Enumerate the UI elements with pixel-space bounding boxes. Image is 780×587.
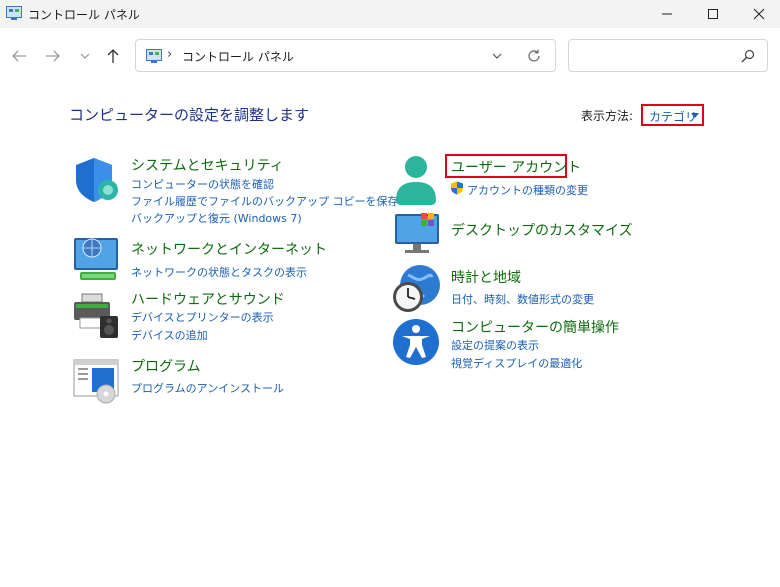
link-backup-restore[interactable]: バックアップと復元 (Windows 7) xyxy=(131,210,302,226)
link-uninstall-program[interactable]: プログラムのアンインストール xyxy=(131,380,284,396)
arrow-left-icon xyxy=(12,50,26,62)
accessibility-icon[interactable] xyxy=(392,318,440,366)
printer-icon[interactable] xyxy=(72,292,120,340)
shield-icon[interactable] xyxy=(72,156,120,204)
category-system-security[interactable]: システムとセキュリティ xyxy=(131,155,284,175)
up-button[interactable] xyxy=(102,46,124,66)
breadcrumb-separator[interactable]: › xyxy=(167,47,172,62)
address-bar[interactable]: › コントロール パネル xyxy=(135,39,556,72)
minimize-button[interactable] xyxy=(644,0,690,28)
clock-globe-icon[interactable] xyxy=(390,263,442,315)
category-programs[interactable]: プログラム xyxy=(131,356,201,376)
user-icon[interactable] xyxy=(392,154,440,206)
maximize-button[interactable] xyxy=(690,0,736,28)
arrow-up-icon xyxy=(107,49,119,63)
maximize-icon xyxy=(708,9,718,19)
recent-locations-button[interactable] xyxy=(74,46,96,66)
programs-icon[interactable] xyxy=(72,356,120,404)
category-desktop-customization[interactable]: デスクトップのカスタマイズ xyxy=(451,220,633,240)
view-by-label: 表示方法: xyxy=(581,109,634,123)
breadcrumb[interactable]: コントロール パネル xyxy=(182,48,294,65)
link-file-history-backup[interactable]: ファイル履歴でファイルのバックアップ コピーを保存 xyxy=(131,193,399,209)
window-title: コントロール パネル xyxy=(28,8,140,22)
link-suggested-settings[interactable]: 設定の提案の表示 xyxy=(451,337,539,353)
category-ease-of-access[interactable]: コンピューターの簡単操作 xyxy=(451,317,619,337)
control-panel-icon xyxy=(146,49,162,63)
desktop-icon[interactable] xyxy=(393,212,441,256)
forward-button[interactable] xyxy=(42,46,64,66)
minimize-icon xyxy=(662,13,672,15)
category-clock-region[interactable]: 時計と地域 xyxy=(451,267,521,287)
search-icon[interactable] xyxy=(741,49,755,63)
link-add-device[interactable]: デバイスの追加 xyxy=(131,327,208,343)
page-title: コンピューターの設定を調整します xyxy=(69,106,310,124)
uac-shield-icon xyxy=(451,181,463,195)
navigation-bar: › コントロール パネル xyxy=(0,28,780,84)
link-date-time-format[interactable]: 日付、時刻、数値形式の変更 xyxy=(451,291,594,307)
dropdown-arrow-icon[interactable] xyxy=(691,113,699,118)
chevron-down-icon[interactable] xyxy=(490,50,504,62)
back-button[interactable] xyxy=(8,46,30,66)
close-button[interactable] xyxy=(736,0,780,28)
link-devices-printers[interactable]: デバイスとプリンターの表示 xyxy=(131,309,274,325)
category-hardware-sound[interactable]: ハードウェアとサウンド xyxy=(131,289,285,309)
network-icon[interactable] xyxy=(72,236,120,284)
chevron-down-icon xyxy=(80,53,90,59)
control-panel-icon xyxy=(6,6,22,20)
link-network-status[interactable]: ネットワークの状態とタスクの表示 xyxy=(131,264,307,280)
search-input[interactable] xyxy=(568,39,768,72)
category-user-accounts[interactable]: ユーザー アカウント xyxy=(451,157,581,177)
arrow-right-icon xyxy=(46,50,60,62)
view-by-dropdown[interactable]: カテゴリ xyxy=(641,104,704,126)
refresh-icon[interactable] xyxy=(526,48,542,64)
link-optimize-visual-display[interactable]: 視覚ディスプレイの最適化 xyxy=(451,355,582,371)
link-change-account-type[interactable]: アカウントの種類の変更 xyxy=(467,182,588,198)
close-icon xyxy=(753,8,765,20)
category-network-internet[interactable]: ネットワークとインターネット xyxy=(131,239,327,259)
title-bar: コントロール パネル xyxy=(0,0,780,28)
link-check-computer-status[interactable]: コンピューターの状態を確認 xyxy=(131,176,274,192)
view-by-value[interactable]: カテゴリ xyxy=(649,108,697,125)
